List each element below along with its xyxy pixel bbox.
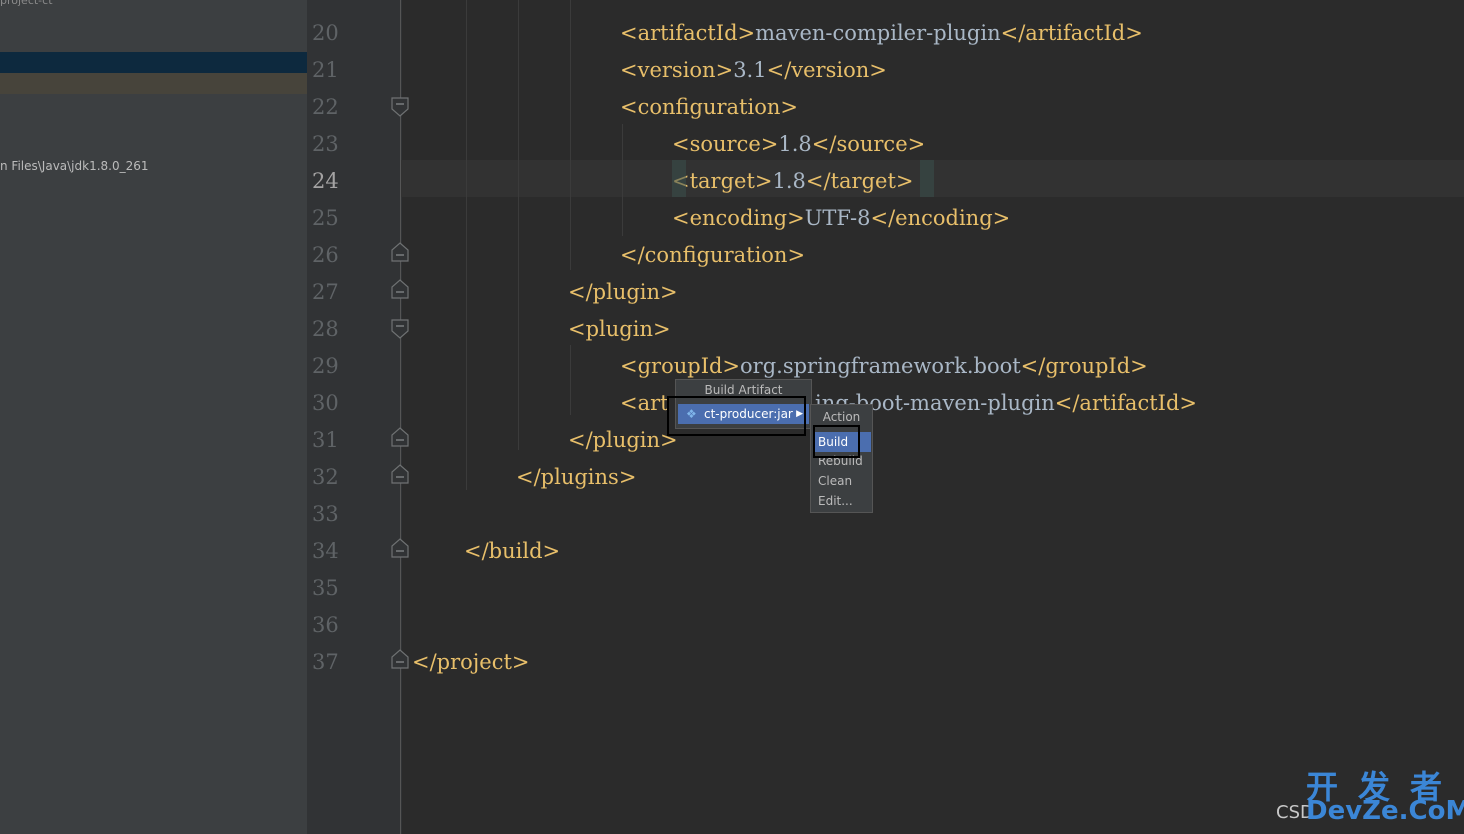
- xml-tag: <plugin>: [568, 317, 671, 341]
- code-line[interactable]: <plugin>: [568, 311, 671, 348]
- brace-match-start: [672, 160, 686, 197]
- xml-tag: </plugins>: [516, 465, 637, 489]
- code-line[interactable]: <artifactId>maven-compiler-plugin</artif…: [620, 15, 1143, 52]
- xml-text: 1.8: [778, 132, 812, 156]
- artifact-ct-producer-jar[interactable]: ❖ ct-producer:jar ▶: [678, 404, 809, 424]
- action-submenu: Action Build Rebuild Clean Edit...: [810, 404, 873, 513]
- line-number-current: 24: [312, 169, 339, 193]
- line-number: 25: [312, 206, 339, 230]
- line-number: 35: [312, 576, 339, 600]
- xml-tag: </plugin>: [568, 280, 678, 304]
- jdk-path-item[interactable]: n Files\Java\jdk1.8.0_261: [0, 159, 149, 173]
- code-line-current[interactable]: <target>1.8</target>: [672, 163, 913, 200]
- line-number: 33: [312, 502, 339, 526]
- xml-tag: </project>: [412, 650, 530, 674]
- fold-open-icon[interactable]: [391, 97, 409, 117]
- gutter-divider: [400, 0, 401, 834]
- project-panel: project-ct n Files\Java\jdk1.8.0_261: [0, 0, 307, 834]
- brace-match-end: [920, 160, 934, 197]
- xml-tag: <configuration>: [620, 95, 798, 119]
- xml-tag-target-open: <target>: [672, 169, 773, 193]
- xml-tag: <art: [620, 391, 669, 415]
- project-tree-selected-row[interactable]: [0, 52, 307, 73]
- indent-guide: [570, 345, 571, 415]
- fold-close-icon[interactable]: [391, 427, 409, 447]
- xml-tag: </source>: [811, 132, 926, 156]
- action-title: Action: [822, 410, 861, 424]
- xml-tag: <groupId>: [620, 354, 741, 378]
- code-line[interactable]: <encoding>UTF-8</encoding>: [672, 200, 1010, 237]
- xml-text: org.springframework.boot: [740, 354, 1021, 378]
- line-number: 27: [312, 280, 339, 304]
- xml-tag: </build>: [464, 539, 561, 563]
- code-line[interactable]: </plugins>: [516, 459, 636, 496]
- action-clean[interactable]: Clean: [818, 471, 852, 491]
- line-number: 21: [312, 58, 339, 82]
- xml-tag: </artifactId>: [1054, 391, 1197, 415]
- indent-guide: [570, 0, 571, 270]
- indent-guide: [518, 0, 519, 450]
- code-line[interactable]: <version>3.1</version>: [620, 52, 887, 89]
- line-number: 22: [312, 95, 339, 119]
- xml-tag: </encoding>: [870, 206, 1011, 230]
- code-line[interactable]: </build>: [464, 533, 560, 570]
- xml-tag: <version>: [620, 58, 734, 82]
- line-number: 36: [312, 613, 339, 637]
- line-number: 26: [312, 243, 339, 267]
- project-root-label: project-ct: [0, 0, 53, 7]
- artifact-label: ct-producer:jar: [704, 407, 793, 421]
- fold-close-icon[interactable]: [391, 242, 409, 262]
- artifact-icon: ❖: [686, 407, 697, 421]
- code-line[interactable]: </configuration>: [620, 237, 805, 274]
- project-tree-highlighted-row[interactable]: [0, 73, 307, 94]
- xml-tag: <encoding>: [672, 206, 805, 230]
- line-number: 29: [312, 354, 339, 378]
- code-line[interactable]: <art: [620, 385, 669, 422]
- xml-tag: <source>: [672, 132, 779, 156]
- xml-tag: </configuration>: [620, 243, 806, 267]
- fold-open-icon[interactable]: [391, 319, 409, 339]
- code-line[interactable]: <configuration>: [620, 89, 798, 126]
- code-line[interactable]: </plugin>: [568, 274, 678, 311]
- line-number: 20: [312, 21, 339, 45]
- xml-tag: <artifactId>: [620, 21, 756, 45]
- code-line[interactable]: </project>: [412, 644, 530, 681]
- line-number: 34: [312, 539, 339, 563]
- fold-close-icon[interactable]: [391, 279, 409, 299]
- xml-tag-target-close: </target>: [805, 169, 914, 193]
- build-artifact-popup: Build Artifact ❖ ct-producer:jar ▶: [675, 379, 812, 429]
- line-number: 30: [312, 391, 339, 415]
- fold-close-icon[interactable]: [391, 538, 409, 558]
- build-artifact-title: Build Artifact: [704, 383, 783, 397]
- action-build[interactable]: Build: [814, 432, 871, 452]
- xml-tag: </version>: [766, 58, 887, 82]
- xml-text: 1.8: [772, 169, 806, 193]
- code-line[interactable]: <source>1.8</source>: [672, 126, 925, 163]
- indent-guide: [466, 0, 467, 490]
- action-rebuild[interactable]: Rebuild: [818, 451, 863, 471]
- xml-text: 3.1: [733, 58, 767, 82]
- submenu-arrow-icon: ▶: [796, 409, 803, 419]
- line-number: 31: [312, 428, 339, 452]
- fold-close-icon[interactable]: [391, 464, 409, 484]
- code-line[interactable]: </plugin>: [568, 422, 678, 459]
- indent-guide: [622, 124, 623, 236]
- action-build-label: Build: [818, 435, 849, 449]
- xml-tag: </plugin>: [568, 428, 678, 452]
- fold-close-icon[interactable]: [391, 649, 409, 669]
- line-number: 37: [312, 650, 339, 674]
- xml-text: maven-compiler-plugin: [755, 21, 1001, 45]
- xml-text: UTF-8: [804, 206, 871, 230]
- xml-tag: </groupId>: [1020, 354, 1148, 378]
- line-number: 23: [312, 132, 339, 156]
- action-edit[interactable]: Edit...: [818, 491, 853, 511]
- xml-tag: </artifactId>: [1000, 21, 1143, 45]
- watermark-en: DevZe.CoM: [1306, 796, 1464, 826]
- line-number: 32: [312, 465, 339, 489]
- line-number: 28: [312, 317, 339, 341]
